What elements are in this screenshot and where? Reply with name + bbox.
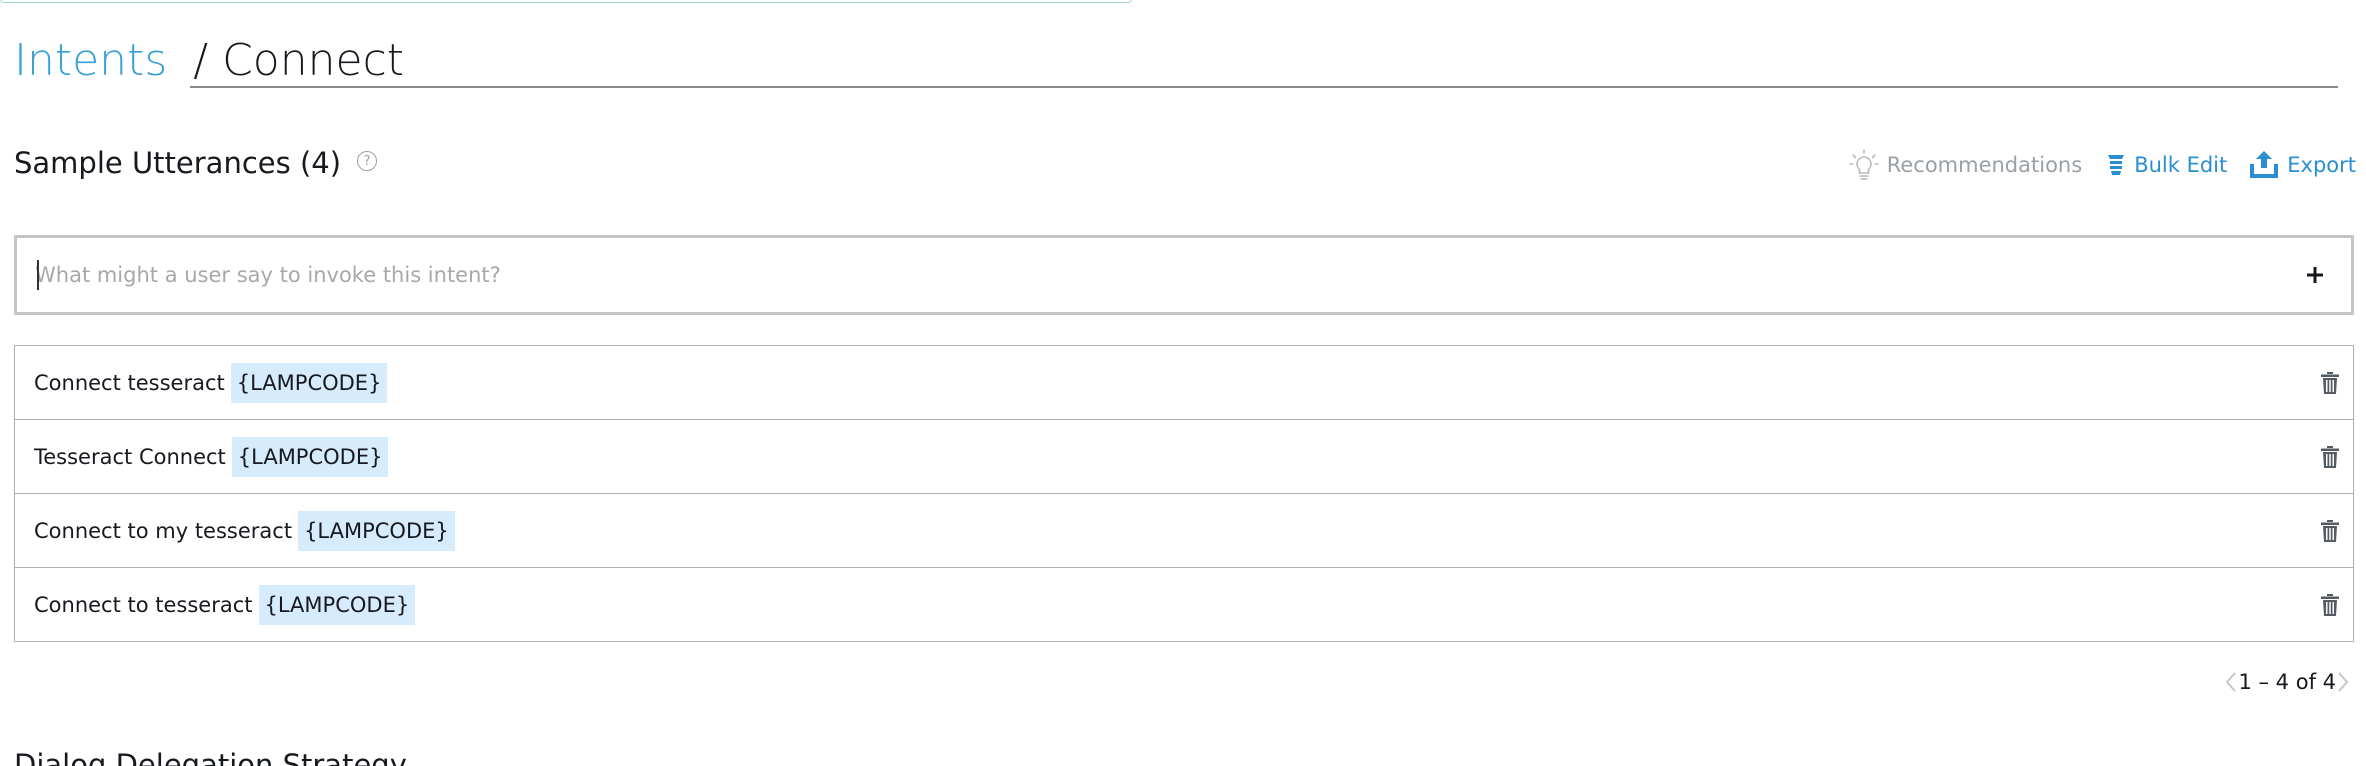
pagination: 1 – 4 of 4 [2224, 670, 2350, 694]
text-cursor [37, 260, 39, 290]
plus-icon [2307, 267, 2323, 283]
chevron-left-icon[interactable] [2224, 670, 2238, 694]
utterance-row[interactable]: Connect to my tesseract {LAMPCODE} [15, 494, 2353, 568]
breadcrumb-intents-link[interactable]: Intents [14, 35, 167, 86]
export-label: Export [2287, 153, 2356, 177]
slot-chip[interactable]: {LAMPCODE} [231, 436, 389, 477]
utterance-actions: Recommendations Bulk Edit Export [1848, 148, 2356, 182]
slot-chip[interactable]: {LAMPCODE} [258, 584, 416, 625]
utterance-text[interactable]: Connect to tesseract [34, 593, 253, 617]
question-circle-icon[interactable]: ? [357, 151, 378, 171]
top-banner-edge [0, 0, 1132, 3]
breadcrumb-separator: / [193, 35, 209, 86]
slot-chip[interactable]: {LAMPCODE} [230, 362, 388, 403]
utterance-text[interactable]: Connect tesseract [34, 371, 225, 395]
breadcrumb: Intents / Connect [14, 30, 404, 86]
export-button[interactable]: Export [2249, 151, 2356, 179]
intent-name-title[interactable]: Connect [222, 35, 404, 86]
pagination-label: 1 – 4 of 4 [2238, 670, 2336, 694]
utterance-text[interactable]: Tesseract Connect [34, 445, 226, 469]
upload-icon [2249, 151, 2279, 179]
new-utterance-field [14, 235, 2354, 315]
lightbulb-icon [1848, 148, 1879, 182]
trash-icon[interactable] [2321, 520, 2339, 542]
utterance-list: Connect tesseract {LAMPCODE} Tesseract C… [14, 345, 2354, 642]
slot-chip[interactable]: {LAMPCODE} [298, 510, 455, 551]
dialog-delegation-title: Dialog Delegation Strategy [14, 748, 407, 766]
utterance-text[interactable]: Connect to my tesseract [34, 519, 292, 543]
utterance-row[interactable]: Connect to tesseract {LAMPCODE} [15, 568, 2353, 642]
utterance-row[interactable]: Tesseract Connect {LAMPCODE} [15, 420, 2353, 494]
utterance-row[interactable]: Connect tesseract {LAMPCODE} [15, 346, 2353, 420]
section-title: Sample Utterances (4) [14, 146, 342, 180]
bulk-edit-label: Bulk Edit [2134, 153, 2228, 177]
utterance-input[interactable] [17, 238, 2295, 312]
recommendations-label: Recommendations [1886, 153, 2083, 177]
bulk-edit-button[interactable]: Bulk Edit [2106, 153, 2227, 177]
chevron-right-icon[interactable] [2336, 670, 2350, 694]
add-utterance-button[interactable] [2295, 255, 2335, 295]
sample-utterances-header: Sample Utterances (4) ? [14, 146, 378, 180]
recommendations-button[interactable]: Recommendations [1848, 148, 2083, 182]
trash-icon[interactable] [2321, 446, 2339, 468]
intent-name-underline [190, 86, 2338, 88]
trash-icon[interactable] [2321, 372, 2339, 394]
bulk-edit-icon [2106, 154, 2126, 176]
trash-icon[interactable] [2321, 594, 2339, 616]
